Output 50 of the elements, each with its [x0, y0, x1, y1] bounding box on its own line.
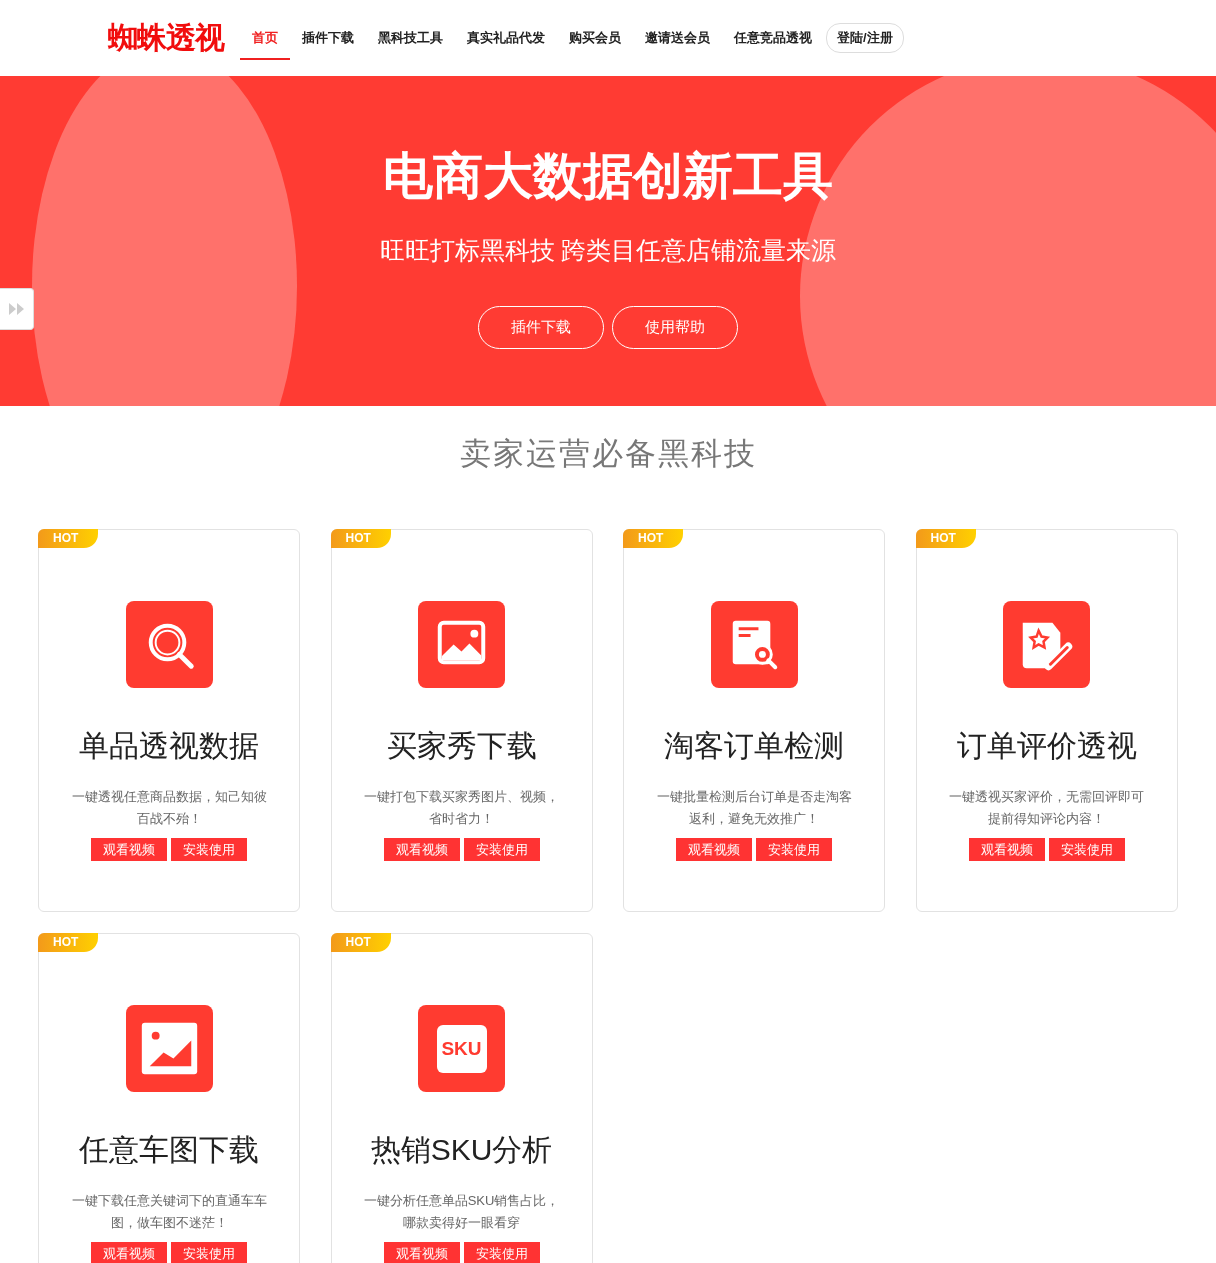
card-button[interactable]: 观看视频	[383, 838, 460, 861]
side-toggle-button[interactable]	[0, 288, 34, 330]
nav-link[interactable]: 黑科技工具	[366, 0, 455, 76]
hero-subtitle: 旺旺打标黑科技 跨类目任意店铺流量来源	[379, 235, 837, 266]
card-description: 一键批量检测后台订单是否走淘客返利，避免无效推广！	[655, 788, 853, 828]
card-description: 一键打包下载买家秀图片、视频，省时省力！	[363, 788, 560, 828]
site-logo[interactable]: 蜘蛛透视	[108, 17, 224, 59]
hot-badge: HOT	[330, 529, 391, 548]
card-title: 热销SKU分析	[370, 1132, 553, 1168]
hot-badge: HOT	[623, 529, 683, 548]
hot-badge: HOT	[915, 529, 976, 548]
card-description: 一键下载任意关键词下的直通车车图，做车图不迷茫！	[70, 1192, 268, 1232]
nav-link[interactable]: 购买会员	[557, 0, 633, 76]
card-button[interactable]: 安装使用	[756, 838, 832, 861]
hot-badge: HOT	[38, 529, 98, 548]
card-button[interactable]: 安装使用	[463, 838, 540, 861]
hot-badge: HOT	[330, 933, 391, 952]
login-button[interactable]: 登陆/注册	[826, 23, 904, 53]
double-arrow-icon	[7, 302, 26, 316]
card-button[interactable]: 观看视频	[968, 838, 1045, 861]
nav-link[interactable]: 真实礼品代发	[455, 0, 557, 76]
card-button[interactable]: 观看视频	[676, 838, 752, 861]
card-button[interactable]: 安装使用	[1048, 838, 1125, 861]
sku-icon: SKU	[418, 1005, 505, 1092]
card-button[interactable]: 安装使用	[463, 1242, 540, 1263]
card-button[interactable]: 观看视频	[383, 1242, 460, 1263]
hero-title: 电商大数据创新工具	[383, 147, 833, 206]
search-icon	[125, 601, 213, 688]
nav-link[interactable]: 任意竞品透视	[722, 0, 824, 76]
image-icon	[418, 601, 505, 688]
hot-badge: HOT	[38, 933, 98, 952]
card-button[interactable]: 安装使用	[171, 838, 247, 861]
card-title: 淘客订单检测	[664, 728, 844, 764]
card-title: 买家秀下载	[386, 728, 537, 764]
card-description: 一键透视买家评价，无需回评即可提前得知评论内容！	[948, 788, 1145, 828]
card-button[interactable]: 观看视频	[91, 1242, 167, 1263]
card-title: 单品透视数据	[79, 728, 259, 764]
image-icon	[125, 1005, 213, 1092]
star-note-pen-icon	[1003, 601, 1090, 688]
nav-link[interactable]: 首页	[240, 16, 290, 60]
card-button[interactable]: 观看视频	[91, 838, 167, 861]
card-title: 订单评价透视	[956, 728, 1137, 764]
document-search-icon	[710, 601, 798, 688]
nav-link[interactable]: 邀请送会员	[633, 0, 722, 76]
card-button[interactable]: 安装使用	[171, 1242, 247, 1263]
nav-link[interactable]: 插件下载	[290, 0, 366, 76]
section-title: 卖家运营必备黑科技	[458, 435, 758, 473]
card-title: 任意车图下载	[79, 1132, 259, 1168]
card-description: 一键分析任意单品SKU销售占比，哪款卖得好一眼看穿	[362, 1192, 561, 1232]
card-description: 一键透视任意商品数据，知己知彼百战不殆！	[70, 788, 268, 828]
